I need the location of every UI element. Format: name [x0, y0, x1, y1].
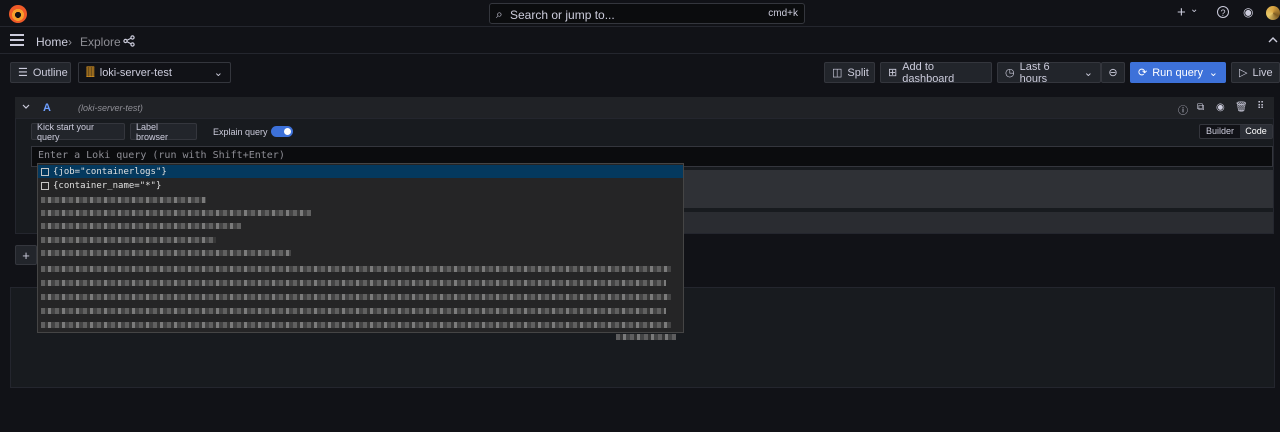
search-input[interactable]: ⌕ Search or jump to... cmd+k — [489, 3, 805, 24]
redacted-suggestion — [41, 223, 241, 229]
outline-button[interactable]: ☰ Outline — [10, 62, 71, 83]
dashboard-grid-icon: ⊞ — [888, 67, 898, 79]
redacted-suggestion — [41, 266, 671, 272]
time-range-picker[interactable]: ◷ Last 6 hours ⌄ — [997, 60, 1101, 85]
suggestion-type-icon — [41, 167, 49, 176]
query-patterns-row — [684, 212, 1273, 233]
chevron-down-icon[interactable]: ⌄ — [1190, 4, 1198, 15]
user-avatar[interactable] — [1266, 6, 1280, 20]
search-icon: ⌕ — [496, 7, 503, 21]
split-label: Split — [847, 66, 869, 79]
add-to-dashboard-label: Add to dashboard — [902, 60, 955, 85]
news-feed-icon[interactable]: ◉ — [1243, 5, 1253, 19]
redacted-suggestion — [616, 334, 676, 340]
breadcrumb-bar — [0, 27, 1280, 54]
run-query-label: Run query — [1152, 66, 1203, 79]
datasource-name: loki-server-test — [99, 66, 172, 79]
add-query-button[interactable]: + — [15, 245, 37, 265]
builder-mode-tab[interactable]: Builder — [1201, 125, 1239, 138]
redacted-suggestion — [41, 322, 671, 328]
duplicate-query-icon[interactable]: ⧉ — [1197, 102, 1204, 113]
zoom-out-icon: ⊖ — [1108, 67, 1118, 79]
redacted-suggestion — [41, 308, 666, 314]
live-button[interactable]: ▷ Live — [1231, 62, 1280, 83]
suggestion-text: {container_name="*"} — [53, 180, 162, 191]
redacted-suggestion — [41, 197, 206, 203]
split-button[interactable]: ◫ Split — [824, 62, 875, 83]
collapse-chevron-icon[interactable] — [1268, 36, 1278, 44]
autocomplete-popup: {job="containerlogs"} {container_name="*… — [37, 163, 684, 333]
loki-datasource-icon: 🀫 — [86, 66, 95, 78]
chevron-down-icon[interactable]: ⌄ — [1209, 66, 1218, 79]
query-row-header — [15, 97, 1274, 119]
outline-label: Outline — [32, 66, 68, 79]
redacted-suggestion — [41, 237, 216, 243]
suggestion-item[interactable]: {job="containerlogs"} — [38, 165, 683, 178]
share-icon[interactable] — [123, 35, 135, 47]
delete-query-trash-icon[interactable]: 🗑 — [1235, 102, 1248, 113]
add-to-dashboard-button[interactable]: ⊞ Add to dashboard — [880, 60, 992, 85]
redacted-suggestion — [41, 250, 291, 256]
chevron-down-icon: ⌄ — [1083, 67, 1093, 79]
new-plus-icon[interactable]: + — [1177, 4, 1186, 21]
live-label: Live — [1252, 66, 1273, 79]
datasource-picker[interactable]: 🀫 loki-server-test ⌄ — [78, 62, 231, 83]
run-query-button[interactable]: ⟳ Run query ⌄ — [1130, 62, 1226, 83]
split-icon: ◫ — [832, 67, 843, 79]
query-datasource-hint: (loki-server-test) — [78, 103, 143, 113]
toggle-visibility-eye-icon[interactable]: ◉ — [1216, 102, 1225, 113]
suggestion-item[interactable]: {container_name="*"} — [38, 179, 683, 192]
query-options-row — [684, 170, 1273, 208]
redacted-suggestion — [41, 294, 671, 300]
outline-icon: ☰ — [18, 67, 28, 79]
explain-query-label: Explain query — [213, 127, 268, 137]
chevron-down-icon: ⌄ — [213, 67, 223, 79]
suggestion-text: {job="containerlogs"} — [53, 166, 167, 177]
code-mode-tab[interactable]: Code — [1240, 125, 1272, 138]
query-ref-id[interactable]: A — [43, 102, 51, 114]
menu-icon[interactable] — [10, 34, 24, 46]
breadcrumb-current: Explore — [80, 35, 121, 49]
zoom-out-button[interactable]: ⊖ — [1101, 62, 1125, 83]
collapse-row-chevron-icon[interactable] — [22, 104, 30, 110]
suggestion-type-icon — [41, 181, 49, 190]
query-inspector-icon[interactable]: ⓘ — [1178, 102, 1188, 117]
search-placeholder: Search or jump to... — [510, 8, 615, 22]
time-range-label: Last 6 hours — [1019, 60, 1050, 85]
redacted-suggestion — [41, 210, 311, 216]
explain-query-toggle[interactable] — [271, 126, 293, 137]
help-icon[interactable]: ? — [1217, 6, 1229, 18]
breadcrumb-home[interactable]: Home — [36, 35, 68, 49]
label-browser-button[interactable]: Label browser — [130, 122, 197, 142]
grafana-logo-icon[interactable] — [9, 5, 27, 23]
search-shortcut: cmd+k — [768, 8, 798, 19]
refresh-icon: ⟳ — [1138, 67, 1148, 79]
kick-start-button[interactable]: Kick start your query — [31, 122, 125, 142]
clock-icon: ◷ — [1005, 67, 1015, 79]
redacted-suggestion — [41, 280, 666, 286]
drag-handle-icon[interactable]: ⠿ — [1257, 101, 1264, 112]
play-icon: ▷ — [1239, 67, 1248, 79]
breadcrumb-separator: › — [68, 35, 72, 49]
